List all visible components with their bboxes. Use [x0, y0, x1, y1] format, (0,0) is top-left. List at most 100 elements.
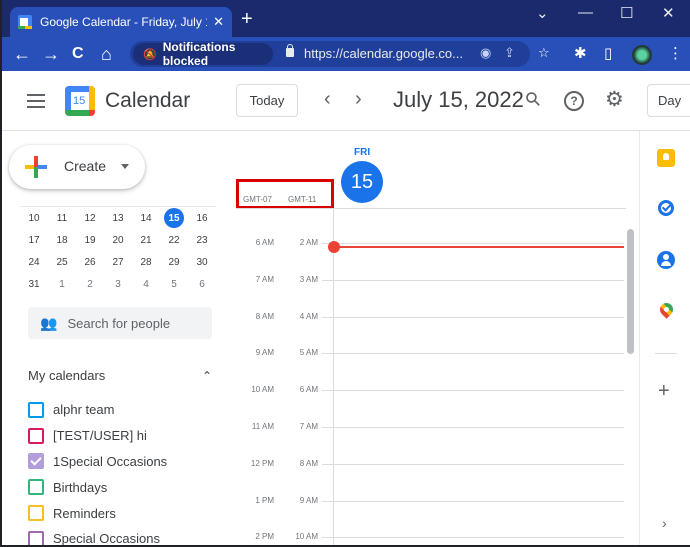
hour-gridline	[322, 353, 624, 355]
day-label: 28	[140, 256, 152, 268]
browser-menu-icon[interactable]: ⋮	[668, 45, 683, 63]
profile-avatar[interactable]	[632, 45, 652, 65]
main-menu-icon[interactable]	[27, 94, 45, 108]
reload-button[interactable]: C	[72, 44, 84, 64]
calendar-checkbox[interactable]	[28, 427, 44, 444]
people-search-box[interactable]: 👥	[28, 307, 212, 339]
minimize-button[interactable]: —	[578, 4, 593, 21]
home-button[interactable]: ⌂	[101, 44, 112, 64]
collapse-chevron-icon[interactable]: ⌃	[202, 369, 212, 383]
mini-calendar-day[interactable]: 27	[104, 251, 132, 273]
maps-icon[interactable]	[657, 300, 676, 319]
calendar-list-item[interactable]: alphr team	[28, 397, 167, 423]
mini-calendar-day[interactable]: 29	[160, 251, 188, 273]
create-dropdown-icon[interactable]	[121, 164, 129, 169]
hour-gridline	[322, 537, 624, 539]
calendar-list-item[interactable]: 1Special Occasions	[28, 449, 167, 475]
day-label: 25	[56, 256, 68, 268]
create-label: Create	[64, 158, 107, 174]
search-people-input[interactable]	[67, 315, 198, 331]
settings-gear-icon[interactable]: ⚙	[605, 89, 624, 111]
lock-icon[interactable]	[286, 44, 294, 57]
notifications-blocked-chip[interactable]: 🔕 Notifications blocked	[133, 40, 273, 68]
hour-gridline	[322, 316, 624, 318]
help-icon[interactable]: ?	[564, 91, 584, 111]
secondary-time-label: 4 AM	[299, 311, 318, 321]
mini-calendar-day[interactable]: 5	[160, 273, 188, 295]
grid-scrollbar[interactable]	[627, 229, 634, 354]
extensions-puzzle-icon[interactable]: ✱	[574, 45, 587, 63]
calendar-checkbox[interactable]	[28, 505, 44, 522]
calendar-checkbox[interactable]	[28, 453, 44, 470]
mini-calendar-day[interactable]: 26	[76, 251, 104, 273]
new-tab-button[interactable]: +	[241, 9, 253, 29]
mini-calendar-day[interactable]: 24	[20, 251, 48, 273]
mini-calendar-day[interactable]: 28	[132, 251, 160, 273]
my-calendars-list: alphr team [TEST/USER] hi 1Special Occasio…	[28, 397, 167, 547]
mini-calendar-day[interactable]: 3	[104, 273, 132, 295]
mini-calendar-day[interactable]: 17	[20, 229, 48, 251]
url-text[interactable]: https://calendar.google.co...	[304, 46, 463, 61]
mini-calendar-day[interactable]: 14	[132, 207, 160, 229]
day-label: 6	[199, 278, 205, 290]
address-bar[interactable]: 🔕 Notifications blocked https://calendar…	[130, 40, 550, 68]
day-number-button[interactable]: 15	[341, 161, 383, 203]
tab-close-icon[interactable]: ✕	[213, 14, 224, 30]
maximize-button[interactable]: ☐	[620, 4, 633, 22]
mini-calendar-day[interactable]: 1	[48, 273, 76, 295]
tracking-icon[interactable]: ◉	[480, 45, 491, 61]
share-icon[interactable]: ⇪	[504, 45, 515, 61]
side-panel-icon[interactable]: ▯	[604, 45, 612, 63]
mini-calendar-day-selected[interactable]: 15	[160, 207, 188, 229]
primary-time-label: 9 AM	[255, 348, 274, 358]
mini-calendar-day[interactable]: 30	[188, 251, 216, 273]
calendar-list-item[interactable]: Special Occasions	[28, 526, 167, 547]
mini-calendar-day[interactable]: 10	[20, 207, 48, 229]
calendar-checkbox[interactable]	[28, 479, 44, 496]
mini-calendar-day[interactable]: 4	[132, 273, 160, 295]
mini-calendar-day[interactable]: 31	[20, 273, 48, 295]
mini-calendar-day[interactable]: 6	[188, 273, 216, 295]
secondary-time-label: 6 AM	[299, 385, 318, 395]
my-calendars-header[interactable]: My calendars ⌃	[28, 368, 212, 383]
next-day-button[interactable]: ›	[355, 87, 362, 111]
search-icon[interactable]: ⚲	[521, 87, 546, 112]
mini-calendar-day[interactable]: 12	[76, 207, 104, 229]
mini-calendar-day[interactable]: 2	[76, 273, 104, 295]
tab-search-icon[interactable]: ⌄	[536, 4, 549, 22]
today-button[interactable]: Today	[236, 84, 298, 117]
hour-gridline	[322, 500, 624, 502]
create-button[interactable]: Create	[9, 145, 145, 189]
calendar-checkbox[interactable]	[28, 401, 44, 418]
mini-calendar-day[interactable]: 25	[48, 251, 76, 273]
calendar-list-item[interactable]: [TEST/USER] hi	[28, 423, 167, 449]
previous-day-button[interactable]: ‹	[324, 87, 331, 111]
calendar-name: Birthdays	[53, 479, 108, 495]
calendar-list-item[interactable]: Birthdays	[28, 474, 167, 500]
primary-time-label: 11 AM	[251, 422, 274, 431]
tab-title: Google Calendar - Friday, July 15	[40, 15, 208, 29]
calendar-list-item[interactable]: Reminders	[28, 500, 167, 526]
mini-calendar-day[interactable]: 19	[76, 229, 104, 251]
primary-time-label: 1 PM	[255, 495, 274, 505]
mini-calendar-day[interactable]: 16	[188, 207, 216, 229]
back-button[interactable]: ←	[13, 44, 31, 64]
mini-calendar-day[interactable]: 21	[132, 229, 160, 251]
mini-calendar-day[interactable]: 23	[188, 229, 216, 251]
keep-icon[interactable]	[657, 149, 675, 167]
browser-tab[interactable]: Google Calendar - Friday, July 15 ✕	[10, 7, 232, 37]
mini-calendar-day[interactable]: 22	[160, 229, 188, 251]
forward-button[interactable]: →	[42, 44, 60, 64]
day-label: 4	[143, 278, 149, 290]
expand-side-panel-button[interactable]: ›	[662, 515, 667, 531]
bookmark-star-icon[interactable]: ☆	[538, 45, 550, 61]
close-window-button[interactable]: ✕	[662, 4, 675, 22]
mini-calendar-day[interactable]: 20	[104, 229, 132, 251]
get-addons-button[interactable]: +	[658, 381, 670, 401]
mini-calendar-day[interactable]: 18	[48, 229, 76, 251]
tasks-icon[interactable]	[658, 200, 674, 216]
view-selector[interactable]: Day	[647, 84, 690, 117]
contacts-icon[interactable]	[657, 251, 675, 269]
mini-calendar-day[interactable]: 13	[104, 207, 132, 229]
mini-calendar-day[interactable]: 11	[48, 207, 76, 229]
